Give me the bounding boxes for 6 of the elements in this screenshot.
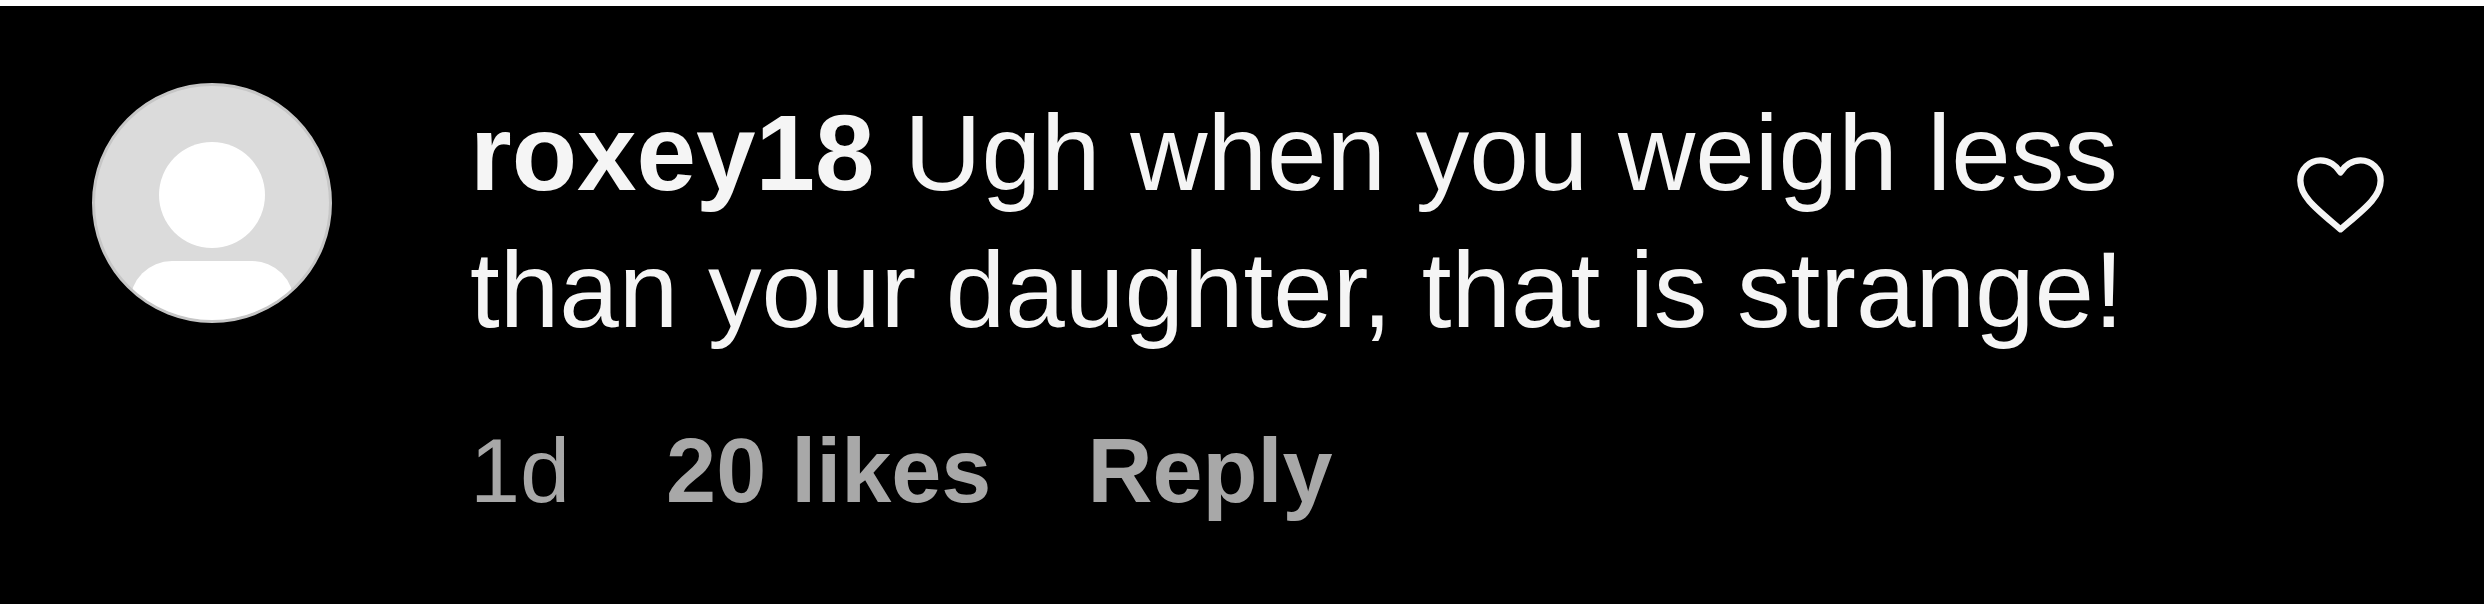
comment-text: roxey18 Ugh when you weigh less than your daughter, that is strange! [470, 92, 2125, 352]
heart-icon[interactable] [2297, 157, 2384, 234]
reply-button[interactable]: Reply [1087, 420, 1333, 524]
avatar-icon[interactable] [92, 83, 332, 323]
likes-count-button[interactable]: 20 likes [666, 420, 992, 524]
comment-time: 1d [470, 420, 571, 523]
